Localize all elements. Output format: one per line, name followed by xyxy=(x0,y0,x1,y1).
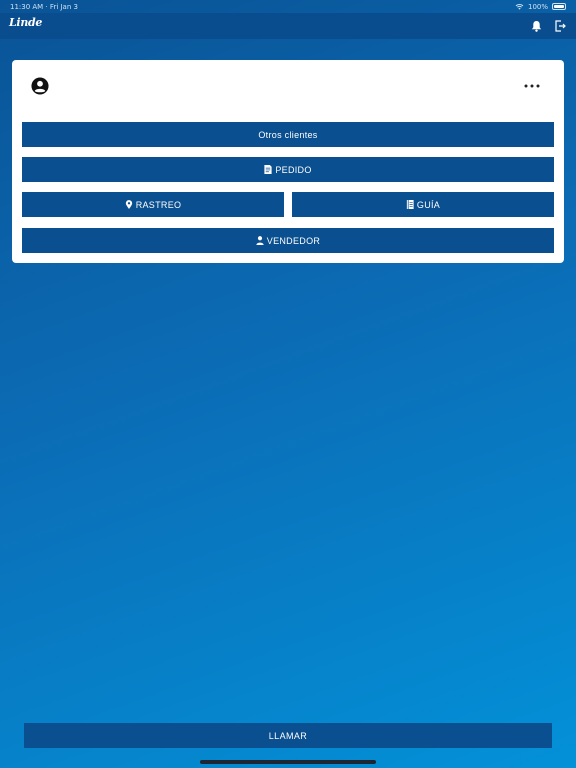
vendedor-label: VENDEDOR xyxy=(266,235,321,246)
guia-label: GUÍA xyxy=(416,199,441,210)
guia-button[interactable]: GUÍA xyxy=(292,192,554,217)
status-time: 11:30 AM xyxy=(10,2,44,11)
map-pin-icon xyxy=(125,200,132,209)
client-card: Otros clientes PEDIDO RASTREO GUÍA VENDE… xyxy=(12,60,564,263)
person-icon xyxy=(256,236,264,245)
top-bar: Linde xyxy=(0,13,576,39)
document-icon xyxy=(264,165,272,174)
otros-clientes-label: Otros clientes xyxy=(258,129,318,140)
rastreo-label: RASTREO xyxy=(135,199,182,210)
account-circle-icon[interactable] xyxy=(31,77,49,95)
rastreo-button[interactable]: RASTREO xyxy=(22,192,284,217)
status-bar: 11:30 AM · Fri Jan 3 100% xyxy=(0,0,576,13)
top-icons xyxy=(529,19,567,33)
pedido-label: PEDIDO xyxy=(275,164,312,175)
llamar-button[interactable]: LLAMAR xyxy=(24,723,552,748)
status-left: 11:30 AM · Fri Jan 3 xyxy=(10,2,78,11)
logout-icon[interactable] xyxy=(553,19,567,33)
battery-icon xyxy=(552,3,566,10)
more-horizontal-icon[interactable] xyxy=(524,82,540,90)
bell-icon[interactable] xyxy=(529,19,543,33)
linde-logo: Linde xyxy=(9,15,43,29)
status-right: 100% xyxy=(515,3,566,11)
book-icon xyxy=(406,200,414,209)
status-date: Fri Jan 3 xyxy=(49,2,78,11)
otros-clientes-button[interactable]: Otros clientes xyxy=(22,122,554,147)
battery-fill xyxy=(554,5,564,8)
llamar-label: LLAMAR xyxy=(268,730,308,741)
battery-percent: 100% xyxy=(527,2,548,11)
wifi-icon xyxy=(515,3,524,10)
vendedor-button[interactable]: VENDEDOR xyxy=(22,228,554,253)
pedido-button[interactable]: PEDIDO xyxy=(22,157,554,182)
home-indicator[interactable] xyxy=(200,760,376,764)
